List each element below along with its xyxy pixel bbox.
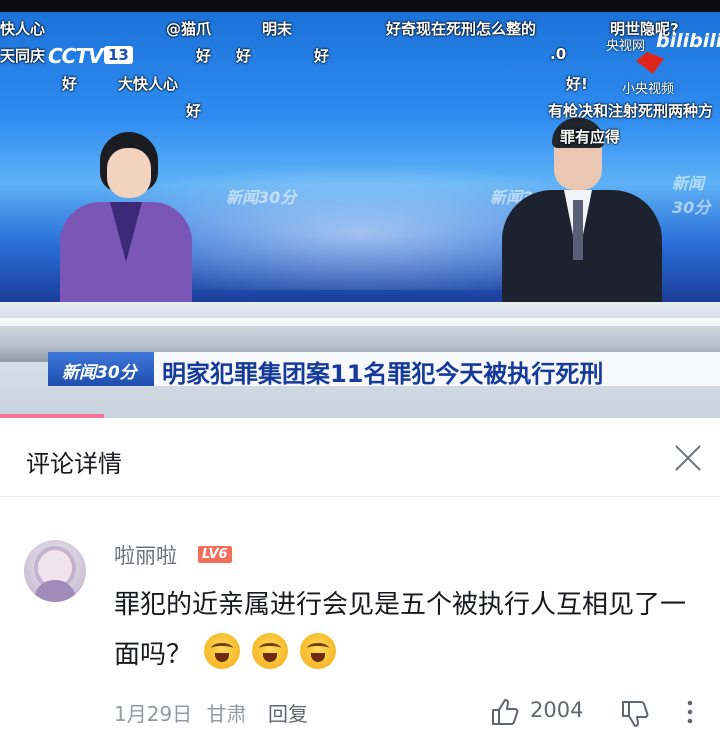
danmaku-comment: .0 [550, 45, 567, 63]
like-count: 2004 [530, 698, 584, 722]
danmaku-comment: 好! [566, 75, 588, 93]
app-logo-icon [636, 52, 664, 74]
female-news-anchor [60, 132, 192, 322]
reply-button[interactable]: 回复 [268, 698, 308, 727]
danmaku-comment: 有枪决和注射死刑两种方 [548, 102, 714, 120]
status-strip [0, 0, 720, 12]
app-watermark: 小央视频 [622, 82, 675, 97]
laughing-crying-emoji-icon [252, 633, 289, 669]
laughing-crying-emoji-icon [300, 633, 337, 669]
channel-number-badge: 13 [104, 46, 133, 64]
danmaku-comment: 明末 [262, 20, 293, 38]
danmaku-comment: 好 [62, 75, 78, 93]
comment-text: 罪犯的近亲属进行会见是五个被执行人互相见了一面吗？ [114, 590, 687, 670]
background-show-name: 新闻30分 [226, 188, 297, 207]
danmaku-comment: 好 [236, 47, 252, 65]
cctv-watermark: 央视网 [606, 39, 646, 54]
danmaku-comment: 好奇现在死刑怎么整的 [386, 20, 537, 38]
danmaku-comment: @猫爪 [166, 20, 212, 38]
danmaku-comment: 罪有应得 [560, 128, 621, 146]
more-vertical-icon[interactable] [680, 698, 700, 726]
comment-meta: 1月29日 甘肃 [114, 698, 255, 727]
danmaku-comment: 快人心 [0, 20, 46, 38]
bilibili-logo: bilibili [656, 30, 720, 52]
danmaku-comment: 好 [196, 47, 212, 65]
comments-panel-header: 评论详情 [0, 418, 720, 497]
video-player[interactable]: 新闻30分 新闻30分 新闻30分 快人心 @猫爪 明末 好奇现在死刑怎么整的 … [0, 0, 720, 418]
lower-third-headline: 明家犯罪集团案11名罪犯今天被执行死刑 [154, 352, 720, 388]
close-icon[interactable] [668, 438, 708, 478]
thumbs-up-icon[interactable] [490, 698, 520, 726]
male-news-anchor [502, 118, 662, 318]
danmaku-comment: 天同庆 [0, 47, 46, 65]
laughing-crying-emoji-icon [204, 633, 241, 669]
danmaku-comment: 好 [186, 102, 202, 120]
username[interactable]: 啦丽啦 [114, 540, 177, 570]
comment-date: 1月29日 [114, 702, 193, 726]
background-show-name: 新闻30分 [672, 174, 711, 217]
thumbs-down-icon[interactable] [620, 700, 650, 728]
panel-title: 评论详情 [26, 450, 122, 478]
avatar[interactable] [24, 540, 86, 602]
danmaku-comment: 大快人心 [118, 75, 179, 93]
cctv-logo: CCTV [48, 44, 103, 68]
danmaku-comment: 好 [314, 47, 330, 65]
lower-third-tag: 新闻30分 [48, 352, 154, 386]
level-badge: LV6 [198, 546, 232, 563]
comment-body: 罪犯的近亲属进行会见是五个被执行人互相见了一面吗？ [114, 580, 694, 680]
news-desk-edge [0, 318, 720, 326]
comment-location: 甘肃 [206, 702, 247, 726]
